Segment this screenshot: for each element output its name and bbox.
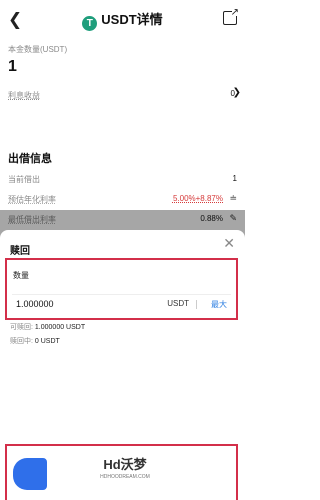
row-value: 1 [232, 174, 237, 183]
redeeming-label: 赎回中: [10, 338, 33, 345]
redeeming-info: 赎回中: 0 USDT [10, 336, 60, 346]
page-title: T USDT详情 [0, 11, 245, 31]
usdt-detail-page: ❮ T USDT详情 ↗ 本金数量(USDT) 1 利息收益 0 ❯ 出借信息 当… [0, 0, 245, 500]
usdt-logo-icon: T [82, 16, 98, 31]
watermark-text: Hd沃梦 [103, 457, 147, 472]
redeeming-value: 0 USDT [34, 338, 60, 345]
chevron-right-icon[interactable]: ❯ [233, 87, 241, 98]
redeemable-info: 可赎回: 1.000000 USDT [10, 322, 85, 332]
page-title-text: USDT详情 [101, 12, 163, 27]
amount-input[interactable]: 1.000000 [16, 299, 54, 309]
max-button[interactable]: 最大 [211, 299, 227, 310]
row-label: 当前借出 [8, 175, 40, 184]
amount-label: 数量 [13, 271, 29, 280]
confirm-button[interactable] [13, 458, 47, 490]
lending-row-apr: 预估年化利率 5.00%+8.87% ≐ [8, 193, 237, 206]
close-icon[interactable]: ✕ [223, 236, 235, 250]
principal-label: 本金数量(USDT) [8, 45, 68, 54]
share-arrow-icon: ↗ [230, 7, 239, 18]
sheet-title: 赎回 [10, 246, 30, 257]
row-value[interactable]: 5.00%+8.87% [173, 194, 223, 203]
redeemable-label: 可赎回: [10, 324, 33, 331]
divider [196, 300, 197, 309]
principal-value: 1 [8, 58, 17, 75]
watermark: Hd沃梦 HDHOODREAM.COM [80, 454, 170, 494]
lending-row-current: 当前借出 1 [8, 174, 237, 186]
amount-field[interactable]: 1.000000 USDT 最大 [12, 294, 231, 314]
redeemable-value: 1.000000 USDT [34, 324, 86, 331]
amount-unit: USDT [167, 299, 189, 308]
section-title: 出借信息 [8, 153, 52, 165]
watermark-logo: Hd沃梦 [80, 454, 170, 473]
row-label[interactable]: 预估年化利率 [8, 195, 56, 204]
chart-icon[interactable]: ≐ [229, 193, 237, 204]
amount-section: 数量 1.000000 USDT 最大 [5, 258, 238, 320]
watermark-sub: HDHOODREAM.COM [100, 474, 150, 480]
interest-label[interactable]: 利息收益 [8, 90, 40, 101]
header: ❮ T USDT详情 ↗ [0, 0, 245, 40]
